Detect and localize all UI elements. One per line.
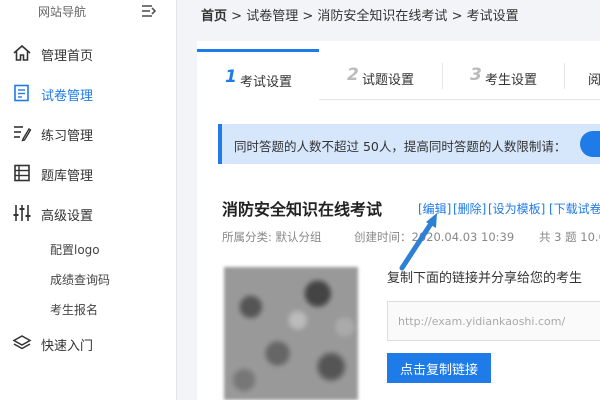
tab-step-number: 1 bbox=[225, 67, 237, 87]
breadcrumb-sep: > bbox=[302, 9, 314, 24]
sidebar-item-advanced-settings[interactable]: 高级设置 bbox=[0, 193, 176, 233]
set-template-link[interactable]: [设为模板] bbox=[488, 200, 545, 217]
sidebar-item-question-bank[interactable]: 题库管理 bbox=[0, 153, 176, 193]
sidebar-item-label: 题库管理 bbox=[41, 169, 94, 184]
breadcrumb-sep: > bbox=[451, 9, 463, 24]
sidebar-item-practice-management[interactable]: 练习管理 bbox=[0, 113, 176, 153]
notice-text: 同时答题的人数不超过 50人，提高同时答题的人数限制请： bbox=[234, 139, 567, 154]
sidebar-item-exam-management[interactable]: 试卷管理 bbox=[0, 73, 176, 113]
sidebar-subitem-registration[interactable]: 考生报名 bbox=[50, 301, 98, 318]
sliders-icon bbox=[13, 205, 31, 221]
upgrade-button[interactable] bbox=[580, 131, 600, 157]
site-nav-title: 网站导航 bbox=[38, 5, 87, 19]
tab-label: 试题设置 bbox=[362, 73, 415, 88]
sidebar-item-dashboard[interactable]: 管理首页 bbox=[0, 33, 176, 73]
menu-collapse-icon[interactable] bbox=[140, 2, 158, 20]
concurrency-notice: 同时答题的人数不超过 50人，提高同时答题的人数限制请： bbox=[218, 124, 600, 164]
edit-link[interactable]: [编辑] bbox=[418, 200, 451, 217]
exam-created-time: 创建时间：2020.04.03 10:39 bbox=[354, 230, 515, 244]
tab-label: 阅 bbox=[588, 73, 600, 88]
step-tabs: 1 考试设置 2 试题设置 3 考生设置 阅 bbox=[197, 49, 600, 102]
sidebar: 网站导航 管理首页 试卷管理 练习管理 题库管理 高级设置 配置logo 成绩查… bbox=[0, 0, 177, 400]
sidebar-item-label: 练习管理 bbox=[41, 129, 94, 144]
exam-category: 所属分类: 默认分组 bbox=[222, 230, 322, 244]
layers-icon bbox=[12, 335, 32, 350]
breadcrumb-current: 考试设置 bbox=[466, 9, 519, 24]
tab-step-number: 2 bbox=[347, 65, 359, 85]
home-icon bbox=[13, 44, 31, 61]
sidebar-item-quick-start[interactable]: 快速入门 bbox=[0, 323, 176, 363]
exam-title: 消防安全知识在线考试 bbox=[222, 200, 383, 219]
sidebar-item-label: 高级设置 bbox=[41, 209, 94, 224]
sidebar-item-label: 管理首页 bbox=[41, 49, 94, 64]
exam-settings-card: 1 考试设置 2 试题设置 3 考生设置 阅 同时答题的人数不超过 50人，提高… bbox=[197, 41, 600, 400]
sidebar-item-label: 快速入门 bbox=[41, 339, 94, 354]
sidebar-header: 网站导航 bbox=[0, 0, 176, 26]
sidebar-subitem-score-code[interactable]: 成绩查询码 bbox=[50, 271, 110, 288]
tab-question-settings[interactable]: 2 试题设置 bbox=[319, 51, 442, 99]
copy-link-button[interactable]: 点击复制链接 bbox=[387, 353, 491, 383]
tab-step-number: 3 bbox=[470, 65, 482, 85]
breadcrumb-exam-name[interactable]: 消防安全知识在线考试 bbox=[317, 9, 447, 24]
tab-label: 考生设置 bbox=[485, 73, 538, 88]
exam-question-count: 共 3 题 10.0 bbox=[539, 230, 600, 244]
tab-review[interactable]: 阅 bbox=[564, 51, 600, 99]
download-paper-link[interactable]: [下载试卷 bbox=[549, 200, 600, 217]
share-link-input[interactable] bbox=[387, 301, 600, 341]
breadcrumb-exam-management[interactable]: 试卷管理 bbox=[246, 9, 298, 24]
breadcrumb-home[interactable]: 首页 bbox=[201, 9, 227, 24]
practice-icon bbox=[14, 126, 32, 142]
delete-link[interactable]: [删除] bbox=[453, 200, 486, 217]
main-content: 首页 > 试卷管理 > 消防安全知识在线考试 > 考试设置 1 考试设置 2 试… bbox=[177, 0, 600, 400]
question-bank-icon bbox=[14, 164, 30, 182]
qr-code-image bbox=[224, 267, 358, 400]
tab-candidate-settings[interactable]: 3 考生设置 bbox=[442, 51, 564, 99]
tab-exam-settings[interactable]: 1 考试设置 bbox=[197, 49, 319, 102]
breadcrumb-sep: > bbox=[231, 9, 243, 24]
exam-paper-icon bbox=[14, 84, 29, 102]
breadcrumb: 首页 > 试卷管理 > 消防安全知识在线考试 > 考试设置 bbox=[201, 5, 519, 24]
share-instructions: 复制下面的链接并分享给您的考生 bbox=[387, 271, 583, 286]
sidebar-subitem-logo[interactable]: 配置logo bbox=[50, 241, 100, 258]
sidebar-item-label: 试卷管理 bbox=[41, 89, 94, 104]
tab-label: 考试设置 bbox=[240, 75, 293, 90]
